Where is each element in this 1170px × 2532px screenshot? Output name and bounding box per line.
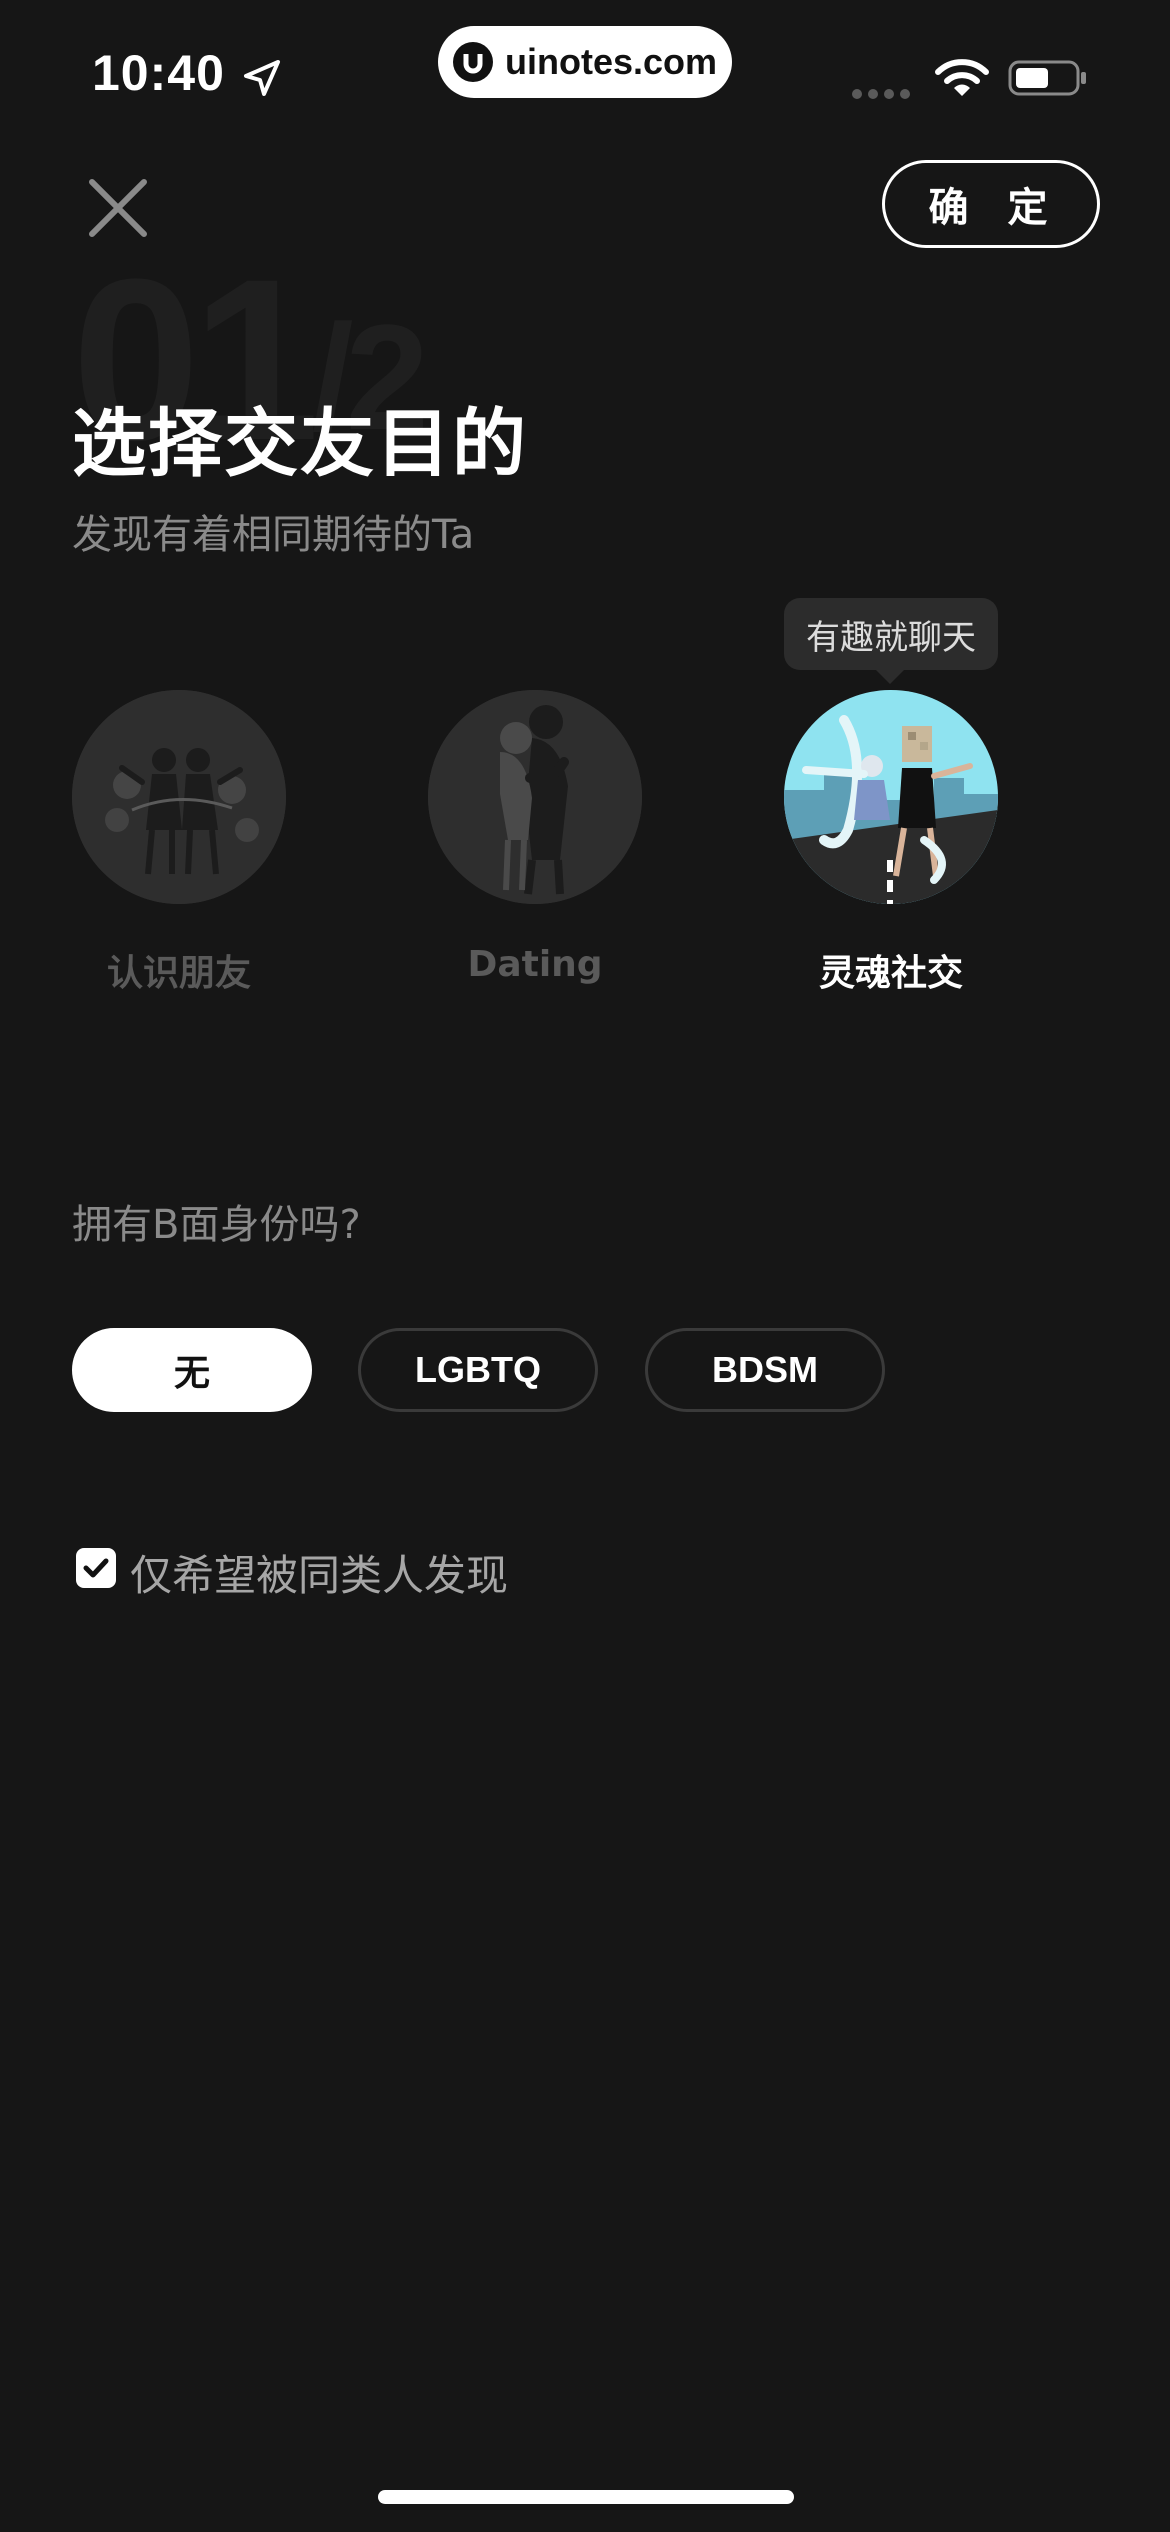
cellular-signal-icon [852,84,916,103]
purpose-label-soul: 灵魂社交 [818,953,963,994]
identity-question: 拥有B面身份吗? [72,1202,361,1248]
uinotes-logo-icon [452,42,493,82]
location-arrow-icon [240,56,284,100]
identity-option-none[interactable]: 无 [72,1328,312,1412]
soul-illustration-icon [784,690,998,904]
confirm-button[interactable]: 确 定 [882,160,1100,248]
purpose-tooltip: 有趣就聊天 [784,598,998,670]
checkmark-icon [83,1558,109,1578]
purpose-option-friends[interactable] [72,690,286,904]
identity-option-bdsm[interactable]: BDSM [645,1328,885,1412]
purpose-option-dating[interactable] [428,690,642,904]
page-subtitle: 发现有着相同期待的Ta [72,512,475,558]
home-indicator[interactable] [378,2490,794,2504]
purpose-label-dating: Dating [467,944,603,985]
status-time: 10:40 [92,45,225,101]
battery-icon [1008,58,1088,98]
tooltip-tail [874,668,906,684]
page-title: 选择交友目的 [72,401,528,487]
wifi-icon [932,56,992,100]
same-type-label[interactable]: 仅希望被同类人发现 [130,1542,508,1603]
same-type-checkbox[interactable] [76,1548,116,1588]
purpose-option-soul[interactable] [784,690,998,904]
purpose-label-friends: 认识朋友 [106,953,251,994]
watermark-text: uinotes.com [504,41,718,82]
dating-illustration-icon [428,690,642,904]
friends-illustration-icon [72,690,286,904]
identity-option-lgbtq[interactable]: LGBTQ [358,1328,598,1412]
watermark-badge: uinotes.com [438,26,732,98]
